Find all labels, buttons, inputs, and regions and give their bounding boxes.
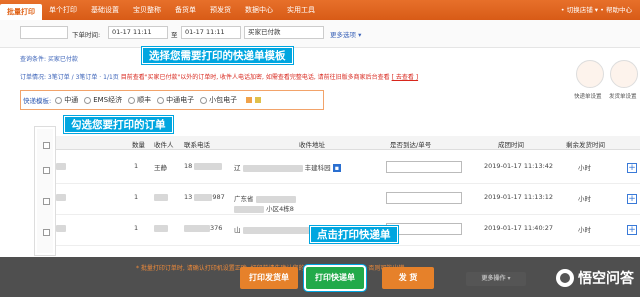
col-tracking: 是否到达/单号 (390, 141, 432, 149)
template-option-sf[interactable]: 顺丰 (128, 95, 151, 105)
col-phone: 联系电话 (184, 141, 210, 149)
tab-pre-ship[interactable]: 预发货 (203, 0, 238, 20)
query-condition: 查询条件: 买家已付款 (20, 56, 78, 63)
filter-select-empty[interactable] (20, 26, 68, 39)
watermark: 悟空问答 (556, 268, 634, 288)
radio-icon (157, 96, 165, 104)
filter-bar: 下单时间: 01-17 11:11 至 01-17 11:11 买家已付款 更多… (0, 20, 640, 48)
add-template-icon[interactable] (255, 97, 262, 103)
row-checkbox[interactable] (43, 229, 50, 236)
checkbox-column (35, 127, 55, 255)
template-option-zto-electronic[interactable]: 中通电子 (157, 95, 194, 105)
wukong-logo-icon (556, 269, 574, 287)
table-header: 数量 收件人 联系电话 收件地址 是否到达/单号 成团时间 剩余发货时间 (34, 136, 640, 150)
invoice-settings-icon[interactable] (610, 60, 638, 88)
tab-item-names[interactable]: 宝贝整称 (126, 0, 168, 20)
row-checkbox[interactable] (43, 198, 50, 205)
row-address: 辽 丰建科园 ▪ (234, 164, 342, 172)
col-qty: 数量 (132, 141, 145, 149)
radio-icon (55, 96, 63, 104)
more-actions-button[interactable]: 更多操作 ▾ (466, 272, 526, 286)
radio-icon (84, 96, 92, 104)
express-settings-label: 快递单设置 (574, 94, 602, 100)
select-all-checkbox[interactable] (43, 142, 50, 149)
col-recipient: 收件人 (154, 141, 174, 149)
tab-stock-list[interactable]: 备货单 (168, 0, 203, 20)
row-phone: 376 (184, 224, 222, 232)
date-label: 下单时间: (72, 31, 101, 39)
col-address: 收件地址 (299, 141, 325, 149)
row-time: 2019-01-17 11:13:12 (484, 193, 554, 201)
row-qty: 1 (134, 162, 139, 170)
user-menu[interactable]: • 切换店铺 ▾ • 帮助中心 (561, 0, 632, 20)
expand-icon[interactable]: + (627, 194, 637, 204)
row-recipient (154, 193, 168, 201)
table-row[interactable]: 1 王静 18 辽 丰建科园 ▪ 2019-01-17 11:13:42 小时 … (34, 154, 640, 184)
row-address: 广东省 小区4栋8 (234, 195, 296, 213)
item-image (56, 224, 66, 232)
order-warning: 目前查看"买家已付款"以外的订单时, 收件人电话加密, 如需查看完整电话, 请前… (120, 74, 390, 81)
expand-icon[interactable]: + (627, 225, 637, 235)
col-group-time: 成团时间 (498, 141, 524, 149)
row-recipient: 王静 (154, 164, 167, 172)
date-from-input[interactable]: 01-17 11:11 (108, 26, 168, 39)
tab-single-print[interactable]: 单个打印 (42, 0, 84, 20)
row-remaining: 小时 (578, 226, 591, 234)
template-selector: 快递模板: 中通 EMS经济 顺丰 中通电子 小包电子 (20, 90, 324, 110)
date-to-input[interactable]: 01-17 11:11 (181, 26, 241, 39)
row-phone: 13 987 (184, 193, 225, 201)
row-remaining: 小时 (578, 195, 591, 203)
col-remaining-time: 剩余发货时间 (566, 141, 605, 149)
callout-select-template: 选择您需要打印的快递单模板 (142, 47, 293, 64)
status-select[interactable]: 买家已付款 (244, 26, 324, 39)
tab-data-center[interactable]: 数据中心 (238, 0, 280, 20)
print-invoice-button[interactable]: 打印发货单 (240, 267, 298, 289)
action-bar: * 批量打印订单时, 请确认打印机设置正确, 打印前请先确认您的快递单号是否足够… (0, 262, 640, 297)
table-row[interactable]: 1 13 987 广东省 小区4栋8 2019-01-17 11:13:12 小… (34, 185, 640, 215)
express-settings-icon[interactable] (576, 60, 604, 88)
edit-template-icon[interactable] (246, 97, 253, 103)
radio-icon (128, 96, 136, 104)
row-checkbox[interactable] (43, 167, 50, 174)
row-time: 2019-01-17 11:13:42 (484, 162, 554, 170)
item-image (56, 162, 66, 170)
row-time: 2019-01-17 11:40:27 (484, 224, 554, 232)
more-options-link[interactable]: 更多选项 ▾ (330, 29, 361, 39)
top-navigation: 批量打印 单个打印 基础设置 宝贝整称 备货单 预发货 数据中心 实用工具 • … (0, 0, 640, 20)
tracking-input[interactable] (386, 161, 462, 173)
template-option-ems[interactable]: EMS经济 (84, 95, 122, 105)
order-status-line: 订单情况: 3笔订单 / 3笔订单 · 1/1页 目前查看"买家已付款"以外的订… (20, 72, 418, 81)
row-remaining: 小时 (578, 164, 591, 172)
callout-click-print: 点击打印快递单 (310, 226, 398, 243)
row-address: 山 (234, 224, 313, 234)
tracking-input[interactable] (386, 192, 462, 204)
template-option-small-package[interactable]: 小包电子 (200, 95, 237, 105)
invoice-settings-label: 发货单设置 (609, 94, 637, 100)
row-phone: 18 (184, 162, 223, 170)
item-image (56, 193, 66, 201)
tab-tools[interactable]: 实用工具 (280, 0, 322, 20)
date-to-label: 至 (171, 31, 178, 39)
tab-basic-settings[interactable]: 基础设置 (84, 0, 126, 20)
expand-icon[interactable]: + (627, 163, 637, 173)
print-express-button[interactable]: 打印快递单 (306, 267, 364, 289)
row-qty: 1 (134, 193, 139, 201)
ship-button[interactable]: 发 货 (382, 267, 434, 289)
view-link[interactable]: [ 去查看 ] (392, 74, 419, 81)
template-option-zto[interactable]: 中通 (55, 95, 78, 105)
row-qty: 1 (134, 224, 139, 232)
template-label: 快递模板: (23, 97, 52, 105)
callout-select-orders: 勾选您要打印的订单 (64, 116, 173, 133)
order-summary: 订单情况: 3笔订单 / 3笔订单 · 1/1页 (20, 74, 119, 81)
radio-icon (200, 96, 208, 104)
tab-batch-print[interactable]: 批量打印 (0, 4, 42, 20)
row-recipient (154, 224, 168, 232)
